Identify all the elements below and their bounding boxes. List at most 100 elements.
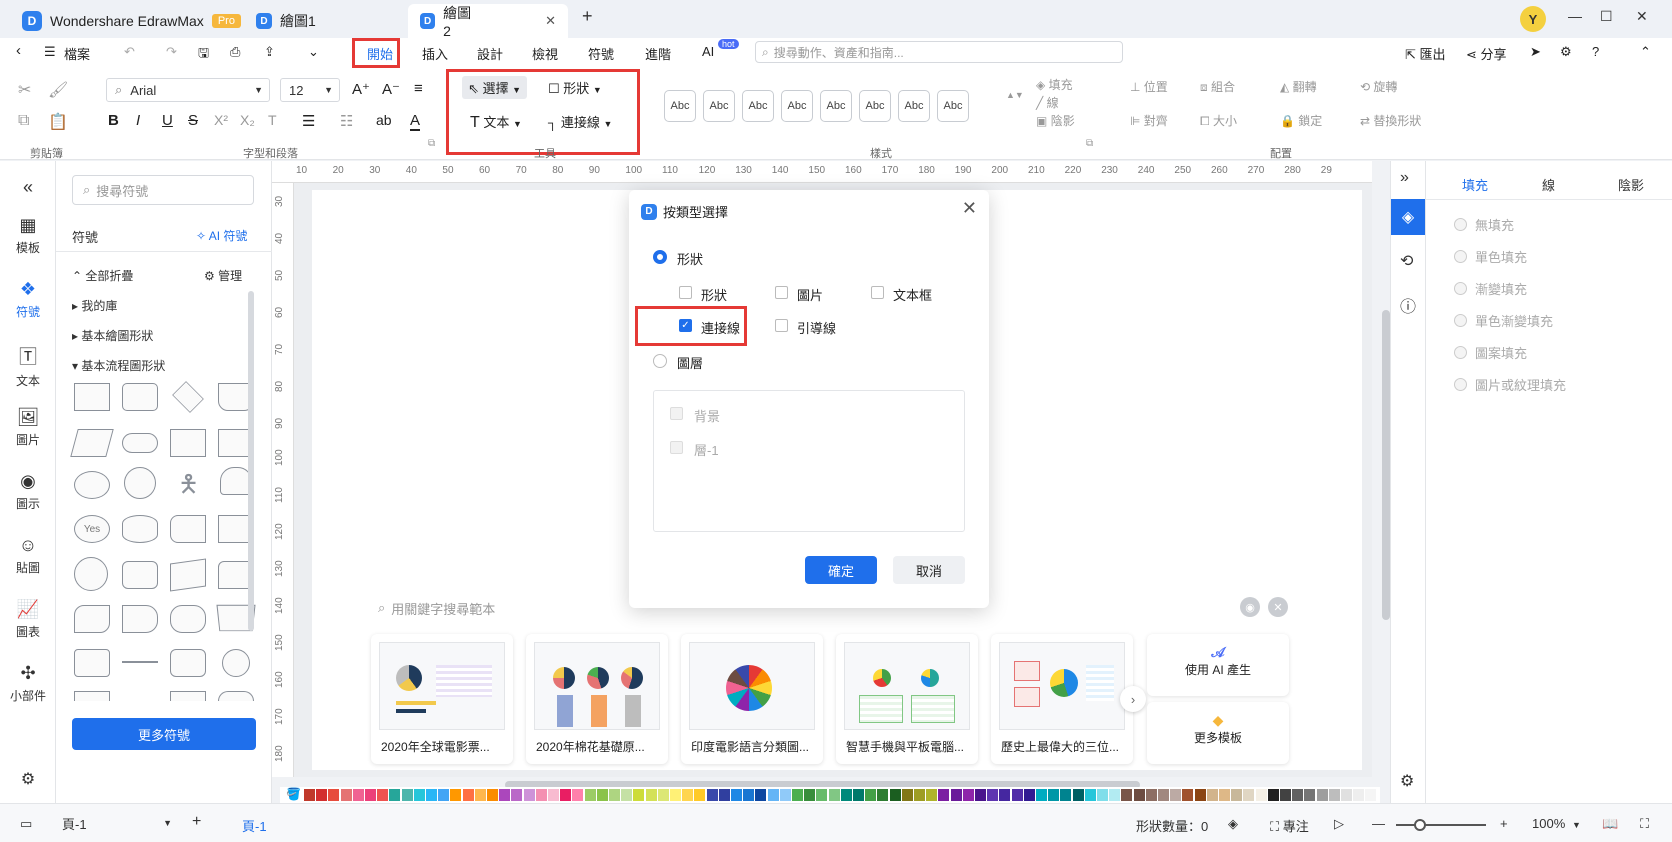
settings-icon[interactable]: ⚙ [0, 769, 56, 789]
undo-icon[interactable]: ↶ [124, 44, 135, 60]
color-swatch[interactable] [1023, 789, 1035, 801]
template-search-input[interactable]: ⌕ 用關鍵字搜尋範本 [370, 595, 610, 621]
align-button[interactable]: ⊫ 對齊 [1130, 112, 1168, 129]
color-swatch[interactable] [999, 789, 1011, 801]
color-swatch[interactable] [828, 789, 840, 801]
underline-icon[interactable]: U [162, 112, 173, 129]
color-swatch[interactable] [767, 789, 779, 801]
ai-generate-card[interactable]: 𝒜 使用 AI 產生 [1147, 634, 1289, 696]
focus-button[interactable]: ⛶ 專注 [1270, 816, 1309, 835]
color-swatch[interactable] [901, 789, 913, 801]
checkbox-connector[interactable]: ✓ [679, 319, 692, 332]
manual-input-shape[interactable] [170, 558, 206, 592]
book-view-icon[interactable]: 📖 [1602, 816, 1618, 832]
line-button[interactable]: ╱ 線 [1036, 94, 1059, 111]
collapse-all-button[interactable]: ⌃ 全部折疊 [72, 267, 133, 284]
color-swatch[interactable] [633, 789, 645, 801]
lock-button[interactable]: 🔒 鎖定 [1280, 112, 1322, 129]
more-symbols-button[interactable]: 更多符號 [72, 718, 256, 750]
color-swatch[interactable] [877, 789, 889, 801]
checkbox-leader-line[interactable] [775, 319, 788, 332]
color-swatch[interactable] [511, 789, 523, 801]
color-swatch[interactable] [621, 789, 633, 801]
styles-scroll-icon[interactable]: ▲▼ [1006, 90, 1024, 100]
color-swatch[interactable] [487, 789, 498, 801]
italic-icon[interactable]: I [136, 112, 140, 129]
color-swatch[interactable] [1182, 789, 1194, 801]
new-tab-button[interactable]: + [582, 6, 593, 27]
page-select[interactable]: 頁-1 ▼ [62, 812, 172, 834]
color-swatch[interactable] [670, 789, 681, 801]
tab-shadow[interactable]: 陰影 [1618, 175, 1644, 194]
color-swatch[interactable] [560, 789, 572, 801]
style-swatch[interactable]: Abc [937, 90, 969, 122]
color-swatch[interactable] [304, 789, 315, 801]
color-swatch[interactable] [743, 789, 755, 801]
template-card[interactable]: 2020年棉花基礎原... [526, 634, 668, 764]
color-swatch[interactable] [755, 789, 767, 801]
color-swatch[interactable] [401, 789, 413, 801]
color-swatch[interactable] [1341, 789, 1352, 801]
menu-symbols[interactable]: 符號 [588, 44, 614, 63]
color-swatch[interactable] [1170, 789, 1182, 801]
zoom-out-icon[interactable]: — [1372, 816, 1385, 831]
bold-icon[interactable]: B [108, 112, 119, 129]
data-shape[interactable] [70, 429, 114, 457]
color-swatch[interactable] [1036, 789, 1047, 801]
color-swatch[interactable] [352, 789, 364, 801]
menu-insert[interactable]: 插入 [422, 44, 448, 63]
copy-icon[interactable]: ⧉ [18, 112, 29, 130]
color-swatch[interactable] [1194, 789, 1206, 801]
style-swatch[interactable]: Abc [820, 90, 852, 122]
template-card[interactable]: 歷史上最偉大的三位... [991, 634, 1133, 764]
style-swatch[interactable]: Abc [781, 90, 813, 122]
color-swatch[interactable] [1255, 789, 1267, 801]
next-templates-icon[interactable]: › [1120, 686, 1146, 712]
direct-data-shape[interactable] [122, 561, 158, 589]
collapse-ribbon-icon[interactable]: ⌃ [1640, 44, 1651, 60]
file-menu[interactable]: 檔案 [64, 44, 90, 63]
color-swatch[interactable] [950, 789, 962, 801]
group-button[interactable]: ⧈ 組合 [1200, 78, 1235, 95]
font-family-select[interactable]: ⌕ Arial ▼ [106, 78, 270, 102]
partial-shape[interactable] [74, 691, 110, 701]
color-swatch[interactable] [1109, 789, 1121, 801]
decrease-font-icon[interactable]: A⁻ [382, 80, 400, 98]
zoom-slider-handle[interactable] [1414, 819, 1426, 831]
rail-widgets[interactable]: ✣ 小部件 [0, 663, 56, 704]
size-button[interactable]: ⧠ 大小 [1200, 112, 1237, 129]
send-icon[interactable]: ➤ [1530, 44, 1541, 60]
color-swatch[interactable] [1219, 789, 1230, 801]
strikethrough-icon[interactable]: S [188, 112, 198, 129]
color-swatch[interactable] [1328, 789, 1340, 801]
manage-button[interactable]: ⚙ 管理 [204, 267, 242, 284]
add-page-button[interactable]: + [192, 813, 201, 831]
collapse-panel-icon[interactable]: « [0, 177, 56, 198]
color-swatch[interactable] [523, 789, 535, 801]
category-basic-flowchart[interactable]: ▾ 基本流程圖形狀 [72, 357, 165, 374]
color-swatch[interactable] [572, 789, 584, 801]
color-swatch[interactable] [792, 789, 803, 801]
decision-shape[interactable] [172, 381, 204, 413]
hide-templates-icon[interactable]: ◉ [1240, 597, 1260, 617]
superscript-icon[interactable]: X² [214, 112, 228, 128]
tab-fill[interactable]: 填充 [1462, 175, 1488, 194]
rail-icons[interactable]: ◉ 圖示 [0, 471, 56, 512]
style-swatch[interactable]: Abc [742, 90, 774, 122]
fill-option-none[interactable]: 無填充 [1454, 215, 1514, 234]
color-swatch[interactable] [1158, 789, 1169, 801]
database-shape[interactable] [122, 515, 158, 543]
menu-view[interactable]: 檢視 [532, 44, 558, 63]
checkbox-shape[interactable] [679, 286, 692, 299]
circle-shape[interactable] [124, 467, 156, 499]
tab-line[interactable]: 線 [1542, 175, 1555, 194]
fill-option-mono-gradient[interactable]: 單色漸變填充 [1454, 311, 1553, 330]
color-swatch[interactable] [377, 789, 389, 801]
page-tab-active[interactable]: 頁-1 [242, 816, 267, 835]
font-dialog-launcher-icon[interactable]: ⧉ [428, 138, 435, 149]
connector-shape[interactable] [74, 557, 108, 591]
color-swatch[interactable] [1121, 789, 1133, 801]
flip-button[interactable]: ◭ 翻轉 [1280, 78, 1317, 95]
global-search-input[interactable]: ⌕ 搜尋動作、資產和指南... [755, 41, 1123, 63]
color-swatch[interactable] [462, 789, 474, 801]
